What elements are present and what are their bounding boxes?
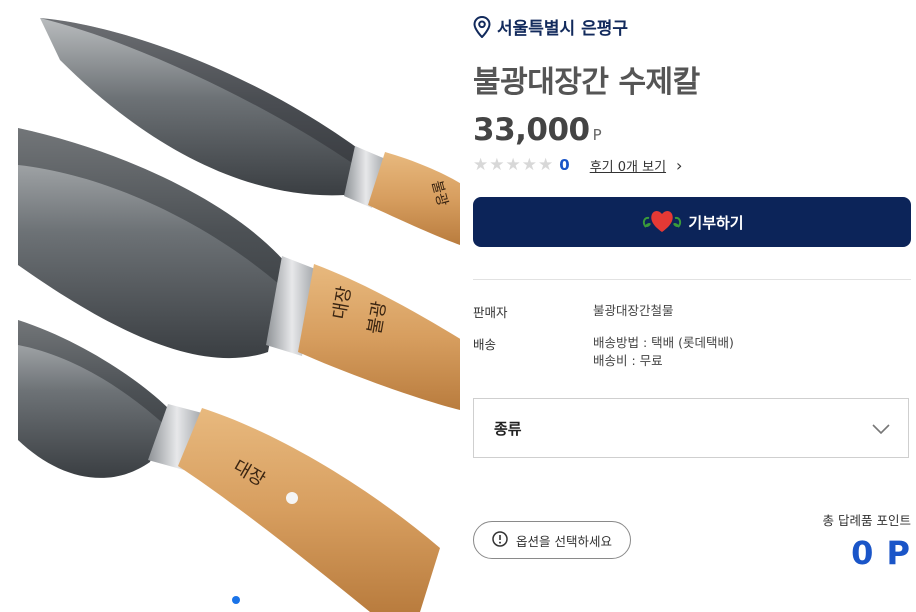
star-rating: ★ ★ ★ ★ ★ — [473, 154, 553, 176]
shipping-method: 배송방법 : 택배 (롯데택배) — [593, 335, 734, 350]
price-unit: P — [592, 126, 602, 144]
option-label: 종류 — [494, 419, 522, 438]
donate-button[interactable]: 기부하기 — [473, 197, 911, 247]
shipping-label: 배송 — [473, 337, 497, 352]
option-select[interactable]: 종류 — [473, 398, 909, 458]
shipping-info: 배송방법 : 택배 (롯데택배) 배송비 : 무료 — [593, 334, 913, 370]
shipping-fee: 배송비 : 무료 — [593, 353, 663, 368]
info-icon — [492, 530, 508, 550]
carousel-dot[interactable] — [232, 596, 240, 604]
rating: ★ ★ ★ ★ ★ 0 후기 0개 보기 › — [473, 154, 682, 176]
price-value: 33,000 — [473, 112, 590, 148]
location: 서울특별시 은평구 — [473, 14, 628, 39]
chevron-down-icon — [872, 419, 890, 438]
star-icon: ★ — [538, 155, 554, 175]
seller-value: 불광대장간철물 — [593, 303, 674, 318]
star-icon: ★ — [521, 155, 537, 175]
product-image: 불광 대장 불광 대장 — [0, 0, 460, 612]
product-info: 서울특별시 은평구 불광대장간 수제칼 33,000 P ★ ★ ★ ★ ★ 0… — [473, 0, 911, 612]
knife-photo: 불광 대장 불광 대장 — [18, 18, 460, 612]
seller-row: 판매자 불광대장간철물 — [473, 302, 911, 322]
divider — [473, 279, 911, 280]
price: 33,000 P — [473, 112, 602, 148]
location-text: 서울특별시 은평구 — [497, 19, 629, 39]
star-icon: ★ — [505, 155, 521, 175]
rating-count: 0 — [559, 156, 570, 174]
option-notice: 옵션을 선택하세요 — [473, 521, 631, 559]
product-title: 불광대장간 수제칼 — [473, 65, 700, 100]
shipping-row: 배송 배송방법 : 택배 (롯데택배) 배송비 : 무료 — [473, 334, 911, 374]
seller-label: 판매자 — [473, 305, 508, 320]
star-icon: ★ — [473, 155, 489, 175]
option-notice-text: 옵션을 선택하세요 — [516, 533, 612, 549]
donate-label: 기부하기 — [688, 213, 744, 232]
heart-icon — [640, 205, 684, 239]
chevron-right-icon[interactable]: › — [676, 156, 682, 175]
points-value: 0 P — [851, 534, 911, 572]
points-label: 총 답례품 포인트 — [822, 513, 911, 528]
location-pin-icon — [473, 15, 491, 38]
review-link[interactable]: 후기 0개 보기 — [590, 156, 666, 175]
star-icon: ★ — [489, 155, 505, 175]
